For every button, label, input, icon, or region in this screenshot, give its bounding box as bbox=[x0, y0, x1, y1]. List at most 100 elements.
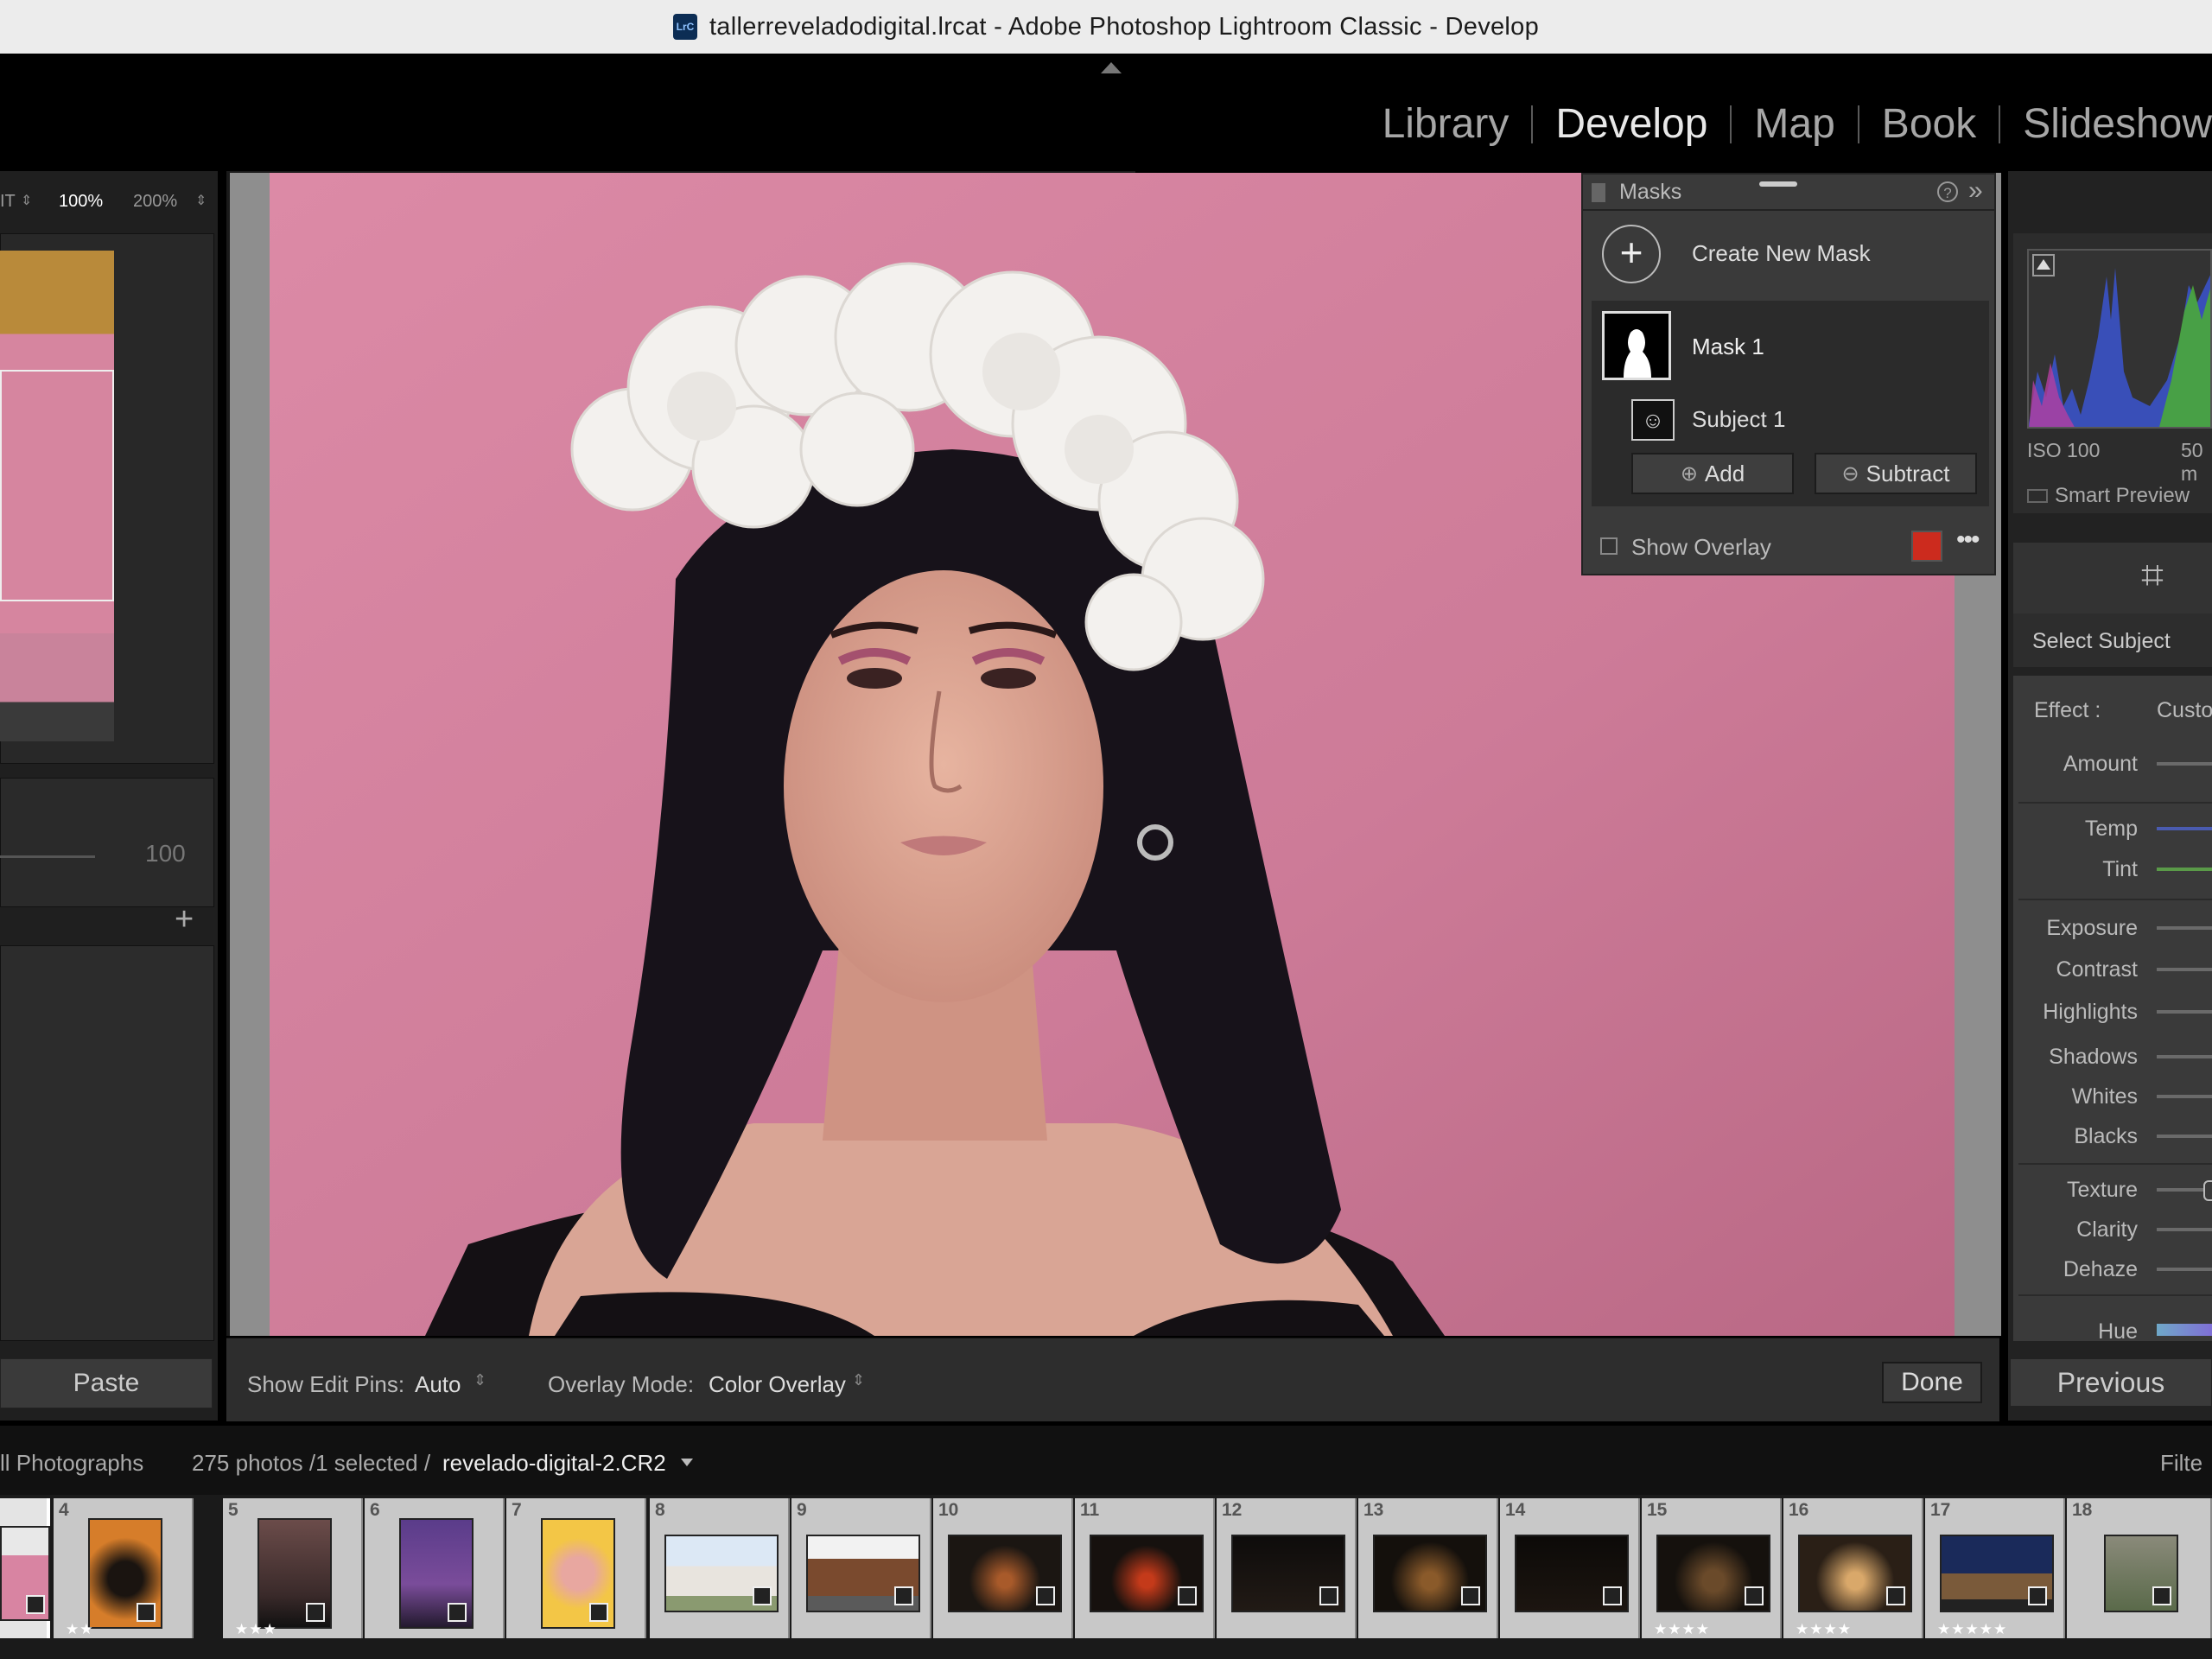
panel-drag-handle[interactable] bbox=[1759, 181, 1797, 187]
add-mask-icon: ⊕ bbox=[1680, 461, 1698, 486]
tint-slider[interactable] bbox=[2157, 868, 2212, 871]
add-to-mask-button[interactable]: ⊕ Add bbox=[1631, 453, 1794, 494]
highlights-slider[interactable] bbox=[2157, 1010, 2212, 1014]
add-preset-plus-icon[interactable]: + bbox=[175, 901, 194, 938]
whites-slider[interactable] bbox=[2157, 1095, 2212, 1098]
module-book[interactable]: Book bbox=[1859, 100, 1999, 148]
develop-settings-badge-icon bbox=[1319, 1586, 1338, 1605]
filmstrip-cell[interactable]: 13 bbox=[1358, 1498, 1498, 1638]
filmstrip-cell[interactable]: 4 ★★ bbox=[54, 1498, 194, 1638]
module-slideshow[interactable]: Slideshow bbox=[2000, 100, 2212, 148]
subject-person-icon[interactable]: ☺ bbox=[1631, 399, 1675, 441]
blacks-slider[interactable] bbox=[2157, 1135, 2212, 1138]
filter-label[interactable]: Filte bbox=[2160, 1450, 2202, 1477]
mask-1-name[interactable]: Mask 1 bbox=[1692, 334, 1764, 360]
shadows-slider[interactable] bbox=[2157, 1055, 2212, 1058]
subtract-from-mask-button[interactable]: ⊖ Subtract bbox=[1815, 453, 1977, 494]
star-rating[interactable]: ★★★ bbox=[235, 1621, 277, 1638]
zoom-200-option[interactable]: 200% bbox=[133, 192, 177, 212]
show-edit-pins-dropdown[interactable]: Auto bbox=[415, 1371, 461, 1398]
star-rating[interactable]: ★★★★ bbox=[1654, 1621, 1710, 1638]
develop-settings-badge-icon bbox=[1036, 1586, 1055, 1605]
filmstrip-cell-number: 9 bbox=[797, 1500, 807, 1520]
show-overlay-checkbox[interactable] bbox=[1600, 537, 1618, 555]
mask-1-thumbnail[interactable] bbox=[1602, 311, 1671, 380]
star-rating[interactable]: ★★★★ bbox=[1796, 1621, 1852, 1638]
filmstrip-cell[interactable] bbox=[0, 1498, 50, 1638]
module-develop[interactable]: Develop bbox=[1533, 100, 1730, 148]
filmstrip-cell[interactable]: 7 bbox=[506, 1498, 646, 1638]
more-options-icon[interactable]: ••• bbox=[1956, 525, 1980, 555]
exposure-slider[interactable] bbox=[2157, 926, 2212, 930]
clarity-slider[interactable] bbox=[2157, 1228, 2212, 1231]
filmstrip-cell-number: 13 bbox=[1363, 1500, 1384, 1520]
masks-panel-title: Masks bbox=[1619, 180, 1682, 204]
done-button[interactable]: Done bbox=[1882, 1362, 1982, 1403]
texture-slider-thumb[interactable] bbox=[2203, 1180, 2212, 1201]
previous-button[interactable]: Previous bbox=[2010, 1358, 2212, 1407]
filmstrip-cell[interactable]: 12 bbox=[1217, 1498, 1357, 1638]
left-slider-track[interactable] bbox=[0, 855, 95, 858]
filmstrip-cell[interactable]: 18 bbox=[2067, 1498, 2212, 1638]
star-rating[interactable]: ★★★★★ bbox=[1937, 1621, 2007, 1638]
filmstrip-cell[interactable]: 6 bbox=[365, 1498, 505, 1638]
filmstrip-cell-number: 16 bbox=[1789, 1500, 1809, 1520]
subject-1-component[interactable]: Subject 1 bbox=[1692, 406, 1785, 433]
selected-filename[interactable]: revelado-digital-2.CR2 bbox=[442, 1450, 666, 1477]
shadow-clipping-toggle-icon[interactable] bbox=[2032, 254, 2055, 276]
toolbar: Show Edit Pins: Auto ⇕ Overlay Mode: Col… bbox=[226, 1338, 1999, 1421]
zoom-fit-option[interactable]: IT bbox=[0, 192, 16, 212]
create-mask-plus-icon[interactable]: + bbox=[1602, 225, 1661, 283]
amount-slider[interactable] bbox=[2157, 762, 2212, 766]
smart-preview-icon bbox=[2027, 489, 2048, 503]
navigator-view-frame[interactable] bbox=[0, 370, 114, 601]
develop-settings-badge-icon bbox=[2152, 1586, 2171, 1605]
show-edit-pins-label: Show Edit Pins: bbox=[247, 1371, 405, 1397]
filmstrip-cell[interactable]: 16 ★★★★ bbox=[1783, 1498, 1923, 1638]
filmstrip-cell[interactable]: 5 ★★★ bbox=[223, 1498, 363, 1638]
whites-label: Whites bbox=[2071, 1084, 2138, 1109]
hue-slider[interactable] bbox=[2157, 1324, 2212, 1336]
paste-button[interactable]: Paste bbox=[0, 1358, 213, 1408]
filmstrip-cell[interactable]: 15 ★★★★ bbox=[1642, 1498, 1782, 1638]
filmstrip-cell[interactable]: 14 bbox=[1500, 1498, 1640, 1638]
filmstrip-cell-number: 17 bbox=[1930, 1500, 1951, 1520]
overlay-mode-label: Overlay Mode: bbox=[548, 1371, 695, 1397]
zoom-fit-chevron-icon[interactable]: ⇕ bbox=[21, 192, 32, 209]
histogram[interactable] bbox=[2027, 249, 2212, 429]
smart-preview-status[interactable]: Smart Preview bbox=[2055, 484, 2190, 508]
filename-menu-chevron-icon[interactable] bbox=[681, 1459, 693, 1466]
overlay-mode-dropdown[interactable]: Color Overlay bbox=[709, 1371, 846, 1398]
zoom-menu-chevron-icon[interactable]: ⇕ bbox=[195, 192, 207, 209]
filmstrip-cell[interactable]: 17 ★★★★★ bbox=[1925, 1498, 2065, 1638]
filmstrip-cell-number: 18 bbox=[2072, 1500, 2093, 1520]
filmstrip-cell[interactable]: 8 bbox=[650, 1498, 790, 1638]
overlay-color-swatch[interactable] bbox=[1911, 531, 1942, 562]
divider bbox=[2018, 802, 2212, 804]
dehaze-slider[interactable] bbox=[2157, 1268, 2212, 1271]
select-subject-label: Select Subject bbox=[2032, 629, 2171, 653]
subtract-label: Subtract bbox=[1866, 460, 1950, 486]
create-new-mask-button[interactable]: Create New Mask bbox=[1692, 240, 1871, 267]
module-map[interactable]: Map bbox=[1732, 100, 1857, 148]
filmstrip-cell[interactable]: 10 bbox=[933, 1498, 1073, 1638]
contrast-slider[interactable] bbox=[2157, 968, 2212, 971]
collapse-panel-icon[interactable]: » bbox=[1968, 176, 1983, 206]
temp-slider[interactable] bbox=[2157, 827, 2212, 830]
module-library[interactable]: Library bbox=[1360, 100, 1532, 148]
zoom-100-option[interactable]: 100% bbox=[59, 192, 103, 212]
overlay-mode-chevron-icon[interactable]: ⇕ bbox=[852, 1371, 865, 1389]
amount-label: Amount bbox=[2063, 752, 2138, 776]
star-rating[interactable]: ★★ bbox=[66, 1621, 93, 1638]
filmstrip-cell[interactable]: 11 bbox=[1075, 1498, 1215, 1638]
filmstrip-cell-number: 14 bbox=[1505, 1500, 1526, 1520]
collapse-top-panel-icon[interactable] bbox=[1101, 62, 1122, 73]
panel-grip-icon[interactable] bbox=[1592, 183, 1605, 202]
filmstrip-cell[interactable]: 9 bbox=[791, 1498, 931, 1638]
effect-preset-dropdown[interactable]: Custo bbox=[2157, 698, 2212, 723]
edit-pins-chevron-icon[interactable]: ⇕ bbox=[474, 1371, 486, 1389]
filmstrip-source[interactable]: ll Photographs bbox=[0, 1450, 143, 1477]
crop-tool-icon[interactable]: ⌗ bbox=[2141, 551, 2164, 600]
module-picker: Library Develop Map Book Slideshow bbox=[1360, 100, 2212, 148]
help-icon[interactable]: ? bbox=[1937, 181, 1958, 202]
